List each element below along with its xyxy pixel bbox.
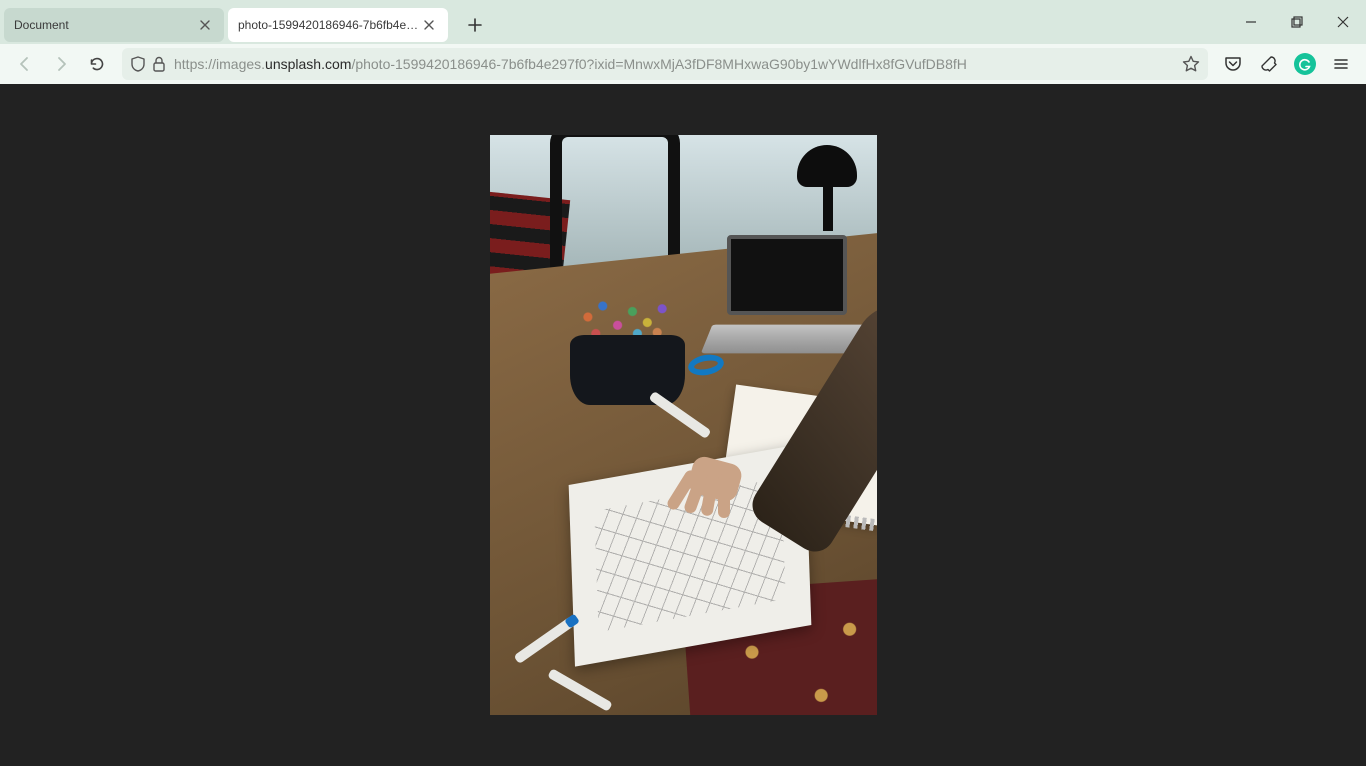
grammarly-extension[interactable] xyxy=(1288,47,1322,81)
pocket-button[interactable] xyxy=(1216,47,1250,81)
tab-title: Document xyxy=(14,18,196,32)
url-text: https://images.unsplash.com/photo-159942… xyxy=(174,56,1174,72)
url-prefix: https://images. xyxy=(174,56,265,72)
forward-button[interactable] xyxy=(44,47,78,81)
tab-strip: Document photo-1599420186946-7b6fb4e297f… xyxy=(0,0,1366,44)
grammarly-icon xyxy=(1294,53,1316,75)
reload-button[interactable] xyxy=(80,47,114,81)
new-tab-button[interactable] xyxy=(460,10,490,40)
tab-document[interactable]: Document xyxy=(4,8,224,42)
url-host: unsplash.com xyxy=(265,56,351,72)
minimize-button[interactable] xyxy=(1228,2,1274,42)
toolbar: https://images.unsplash.com/photo-159942… xyxy=(0,44,1366,84)
tab-title: photo-1599420186946-7b6fb4e297f0 xyxy=(238,18,420,32)
devtools-button[interactable] xyxy=(1252,47,1286,81)
bookmark-star-icon[interactable] xyxy=(1182,55,1200,73)
shield-icon xyxy=(130,56,146,72)
back-button[interactable] xyxy=(8,47,42,81)
close-icon[interactable] xyxy=(420,16,438,34)
maximize-button[interactable] xyxy=(1274,2,1320,42)
window-controls xyxy=(1228,0,1366,44)
close-window-button[interactable] xyxy=(1320,2,1366,42)
app-menu-button[interactable] xyxy=(1324,47,1358,81)
url-bar[interactable]: https://images.unsplash.com/photo-159942… xyxy=(122,48,1208,80)
url-path: /photo-1599420186946-7b6fb4e297f0?ixid=M… xyxy=(351,56,966,72)
tab-image[interactable]: photo-1599420186946-7b6fb4e297f0 xyxy=(228,8,448,42)
site-security[interactable] xyxy=(130,56,166,72)
lock-icon xyxy=(152,56,166,72)
close-icon[interactable] xyxy=(196,16,214,34)
content-viewport xyxy=(0,84,1366,766)
displayed-image[interactable] xyxy=(490,135,877,715)
